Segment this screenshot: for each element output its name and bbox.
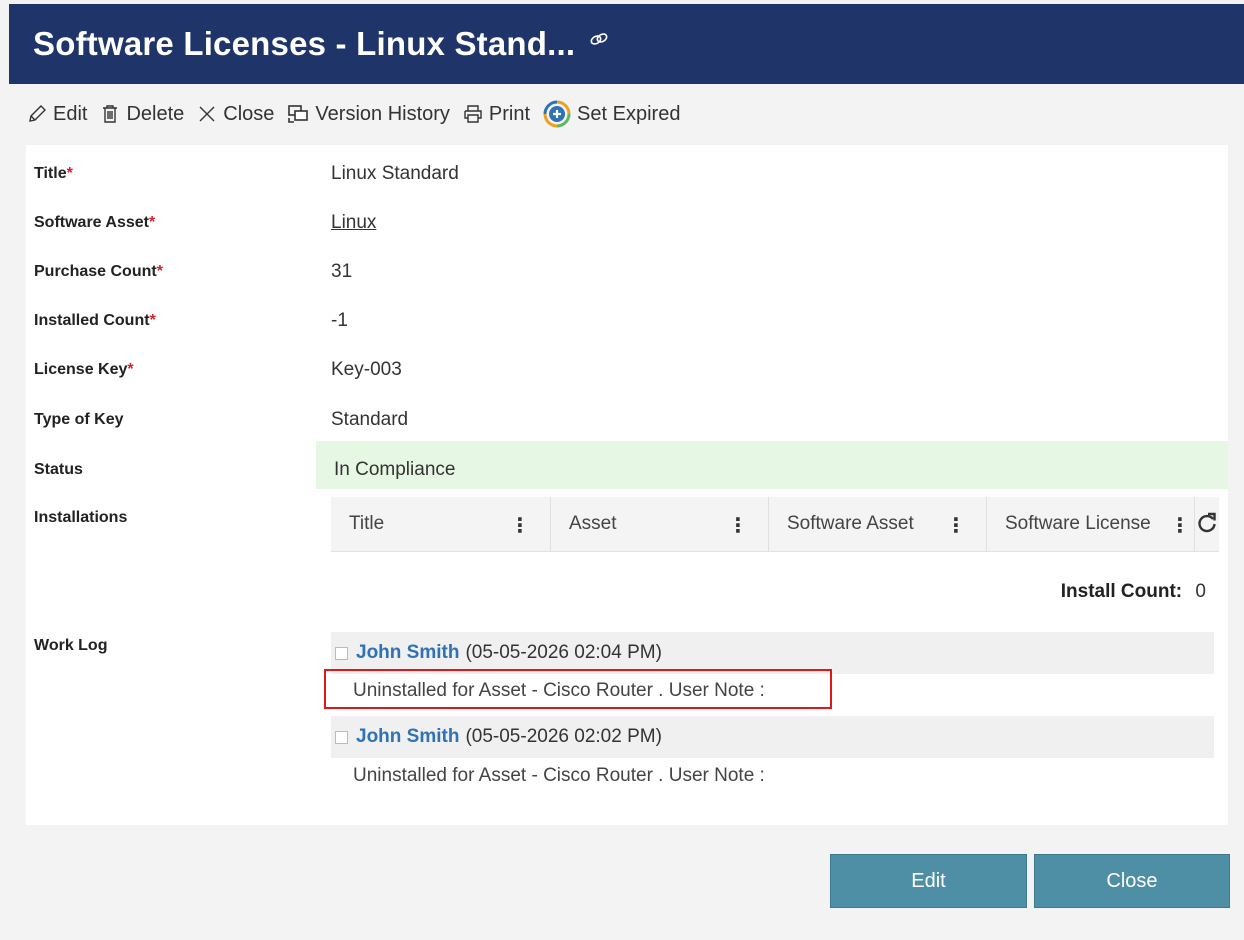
install-count: Install Count: 0 [1061,581,1206,603]
link-icon[interactable] [589,29,609,49]
edit-button-bottom[interactable]: Edit [830,854,1027,908]
field-type-of-key-row: Type of Key Standard [26,391,1228,439]
work-log-author[interactable]: John Smith [356,642,459,664]
version-history-label: Version History [315,102,450,125]
field-label: Purchase Count* [34,263,163,280]
field-label: Installed Count* [34,312,156,329]
field-license-key-row: License Key* Key-003 [26,341,1228,389]
installations-table-header: Title ⋮ Asset ⋮ Software Asset ⋮ Softwar… [331,497,1219,552]
work-log-timestamp: (05-05-2026 02:02 PM) [465,726,662,747]
installed-count-value: -1 [331,310,348,331]
install-count-label: Install Count: [1060,581,1183,602]
title-bar: Software Licenses - Linux Stand... [9,4,1244,84]
field-software-asset-row: Software Asset* Linux [26,194,1228,242]
column-header-software-license[interactable]: Software License ⋮ [987,497,1195,551]
field-label: Title* [34,165,73,182]
more-vertical-icon[interactable]: ⋮ [510,513,530,538]
title-value: Linux Standard [331,163,459,184]
set-expired-icon [543,100,571,128]
field-label: Software Asset* [34,214,156,231]
field-label: Installations [34,509,128,526]
set-expired-button[interactable]: Set Expired [542,99,680,129]
printer-icon [464,105,482,123]
command-toolbar: Edit Delete Close Version History Print [26,92,692,136]
more-vertical-icon[interactable]: ⋮ [728,513,748,538]
field-label: Status [34,461,83,478]
version-history-icon [288,105,309,123]
delete-button[interactable]: Delete [99,103,184,126]
close-toolbar-button[interactable]: Close [196,103,274,126]
column-header-software-asset[interactable]: Software Asset ⋮ [769,497,987,551]
trash-icon [103,105,118,123]
close-button-bottom[interactable]: Close [1034,854,1230,908]
field-label: Type of Key [34,411,124,428]
work-log-note: Uninstalled for Asset - Cisco Router . U… [353,765,765,786]
purchase-count-value: 31 [331,261,353,282]
type-of-key-value: Standard [331,409,409,430]
more-vertical-icon[interactable]: ⋮ [1170,513,1190,538]
work-log-timestamp: (05-05-2026 02:04 PM) [465,642,662,663]
work-log-author[interactable]: John Smith [356,726,459,748]
highlight-box [324,669,832,709]
close-x-icon [199,106,215,122]
print-button[interactable]: Print [462,103,530,126]
edit-button-label: Edit [53,102,88,125]
work-log-entry-header: John Smith (05-05-2026 02:02 PM) [331,716,1214,758]
entry-checkbox[interactable] [335,730,348,744]
entry-checkbox[interactable] [335,646,348,660]
form-panel: Title* Linux Standard Software Asset* Li… [26,145,1228,825]
column-header-title[interactable]: Title ⋮ [331,497,551,551]
install-count-value: 0 [1195,581,1206,602]
more-vertical-icon[interactable]: ⋮ [946,513,966,538]
delete-button-label: Delete [126,102,185,125]
edit-button[interactable]: Edit [26,103,87,126]
software-asset-link[interactable]: Linux [331,212,376,233]
license-key-value: Key-003 [331,359,402,380]
column-header-asset[interactable]: Asset ⋮ [551,497,769,551]
column-asset-label: Asset [569,513,617,534]
field-status-row: Status In Compliance [26,441,1228,489]
status-value: In Compliance [334,459,456,480]
version-history-button[interactable]: Version History [286,103,450,126]
column-software-license-label: Software License [1005,513,1151,534]
work-log-entry-header: John Smith (05-05-2026 02:04 PM) [331,632,1214,674]
field-purchase-count-row: Purchase Count* 31 [26,243,1228,291]
column-software-asset-label: Software Asset [787,513,914,534]
page-title: Software Licenses - Linux Stand... [33,25,576,62]
field-label: Work Log [34,637,108,654]
column-title-label: Title [349,513,385,534]
close-toolbar-label: Close [223,102,275,125]
field-label: License Key* [34,361,134,378]
print-button-label: Print [488,102,531,125]
field-installed-count-row: Installed Count* -1 [26,292,1228,340]
refresh-icon[interactable] [1195,511,1219,535]
set-expired-label: Set Expired [577,102,681,125]
software-asset-link-wrap: Linux [331,212,376,234]
field-title-row: Title* Linux Standard [26,145,1228,193]
pencil-icon [29,105,46,122]
